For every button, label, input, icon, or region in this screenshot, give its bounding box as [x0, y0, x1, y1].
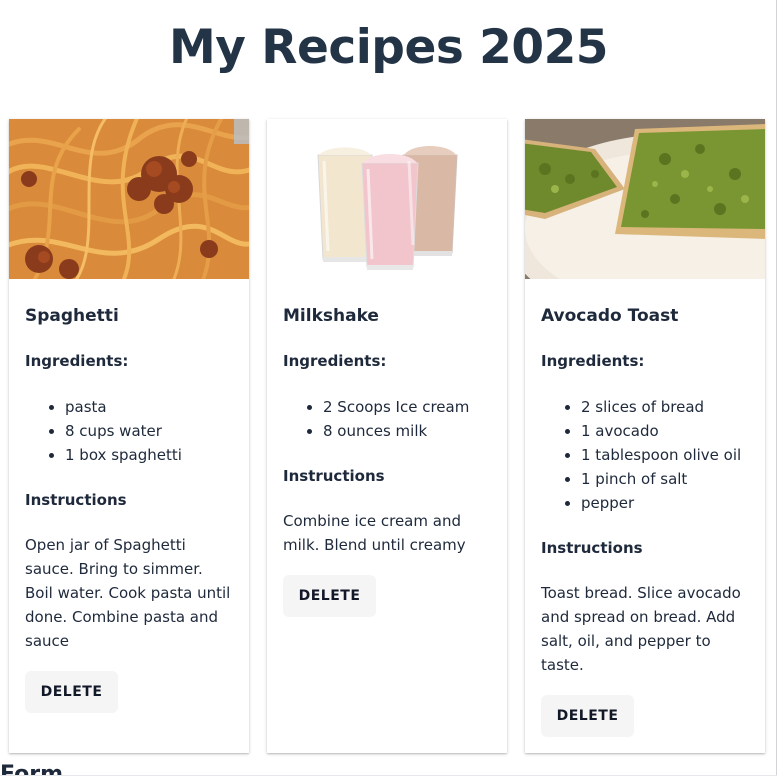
recipe-title: Avocado Toast	[541, 306, 679, 326]
ingredients-label: Ingredients:	[283, 352, 387, 370]
delete-button[interactable]: DELETE	[283, 575, 376, 617]
recipe-card-avocado-toast: Avocado Toast Ingredients: 2 slices of b…	[525, 119, 765, 753]
ingredient-item: 1 tablespoon olive oil	[581, 443, 749, 467]
ingredients-list: 2 Scoops Ice cream 8 ounces milk	[283, 395, 491, 443]
recipe-list: Spaghetti Ingredients: pasta 8 cups wate…	[9, 119, 765, 753]
instructions-label: Instructions	[25, 491, 127, 509]
page-title: My Recipes 2025	[169, 20, 608, 75]
recipe-body: Milkshake Ingredients: 2 Scoops Ice crea…	[267, 279, 507, 633]
ingredient-item: 2 slices of bread	[581, 395, 749, 419]
instructions-text: Combine ice cream and milk. Blend until …	[283, 512, 466, 554]
ingredients-label: Ingredients:	[25, 352, 129, 370]
ingredient-item: 1 avocado	[581, 419, 749, 443]
recipe-title: Spaghetti	[25, 306, 119, 326]
recipe-card-spaghetti: Spaghetti Ingredients: pasta 8 cups wate…	[9, 119, 249, 753]
recipe-card-milkshake: Milkshake Ingredients: 2 Scoops Ice crea…	[267, 119, 507, 753]
ingredients-list: 2 slices of bread 1 avocado 1 tablespoon…	[541, 395, 749, 515]
recipe-image-avocado-toast	[525, 119, 765, 279]
ingredients-label: Ingredients:	[541, 352, 645, 370]
recipe-body: Avocado Toast Ingredients: 2 slices of b…	[525, 279, 765, 753]
instructions-text: Open jar of Spaghetti sauce. Bring to si…	[25, 536, 231, 650]
recipe-image-milkshake	[267, 119, 507, 279]
ingredient-item: 8 cups water	[65, 419, 233, 443]
instructions-text: Toast bread. Slice avocado and spread on…	[541, 584, 741, 674]
ingredient-item: pasta	[65, 395, 233, 419]
instructions-label: Instructions	[283, 467, 385, 485]
instructions-label: Instructions	[541, 539, 643, 557]
ingredient-item: 2 Scoops Ice cream	[323, 395, 491, 419]
recipe-image-spaghetti	[9, 119, 249, 279]
recipe-body: Spaghetti Ingredients: pasta 8 cups wate…	[9, 279, 249, 729]
ingredients-list: pasta 8 cups water 1 box spaghetti	[25, 395, 233, 467]
recipe-title: Milkshake	[283, 306, 379, 326]
ingredient-item: 1 box spaghetti	[65, 443, 233, 467]
bottom-divider	[0, 775, 777, 779]
ingredient-item: 8 ounces milk	[323, 419, 491, 443]
ingredient-item: pepper	[581, 491, 749, 515]
ingredient-item: 1 pinch of salt	[581, 467, 749, 491]
delete-button[interactable]: DELETE	[25, 671, 118, 713]
delete-button[interactable]: DELETE	[541, 695, 634, 737]
